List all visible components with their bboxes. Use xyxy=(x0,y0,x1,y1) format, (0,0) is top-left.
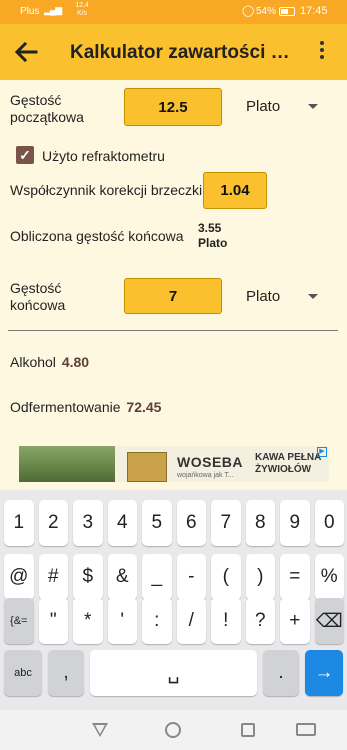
key-symbol[interactable]: ' xyxy=(107,598,137,644)
adchoices-icon[interactable]: ▶ xyxy=(317,447,327,457)
final-gravity-label: Gęstość końcowa xyxy=(10,280,66,313)
key-comma[interactable]: , xyxy=(48,650,84,696)
key-symbol[interactable]: % xyxy=(314,554,344,600)
wort-correction-input[interactable]: 1.04 xyxy=(203,172,267,209)
alcohol-value: 4.80 xyxy=(61,354,90,370)
key-symbol[interactable]: ! xyxy=(211,598,241,644)
key-9[interactable]: 9 xyxy=(280,500,310,546)
clock: 17:45 xyxy=(300,5,328,17)
key-1[interactable]: 1 xyxy=(4,500,34,546)
calculated-fg-label: Obliczona gęstość końcowa xyxy=(10,228,184,244)
key-symbol[interactable]: = xyxy=(280,554,310,600)
key-symbol[interactable]: : xyxy=(142,598,172,644)
battery-icon xyxy=(279,7,295,16)
enter-key[interactable]: → xyxy=(305,650,343,696)
key-4[interactable]: 4 xyxy=(107,500,137,546)
coffee-product-image xyxy=(127,452,167,482)
key-7[interactable]: 7 xyxy=(211,500,241,546)
alarm-icon: ◯ xyxy=(242,5,255,17)
overflow-menu-icon[interactable] xyxy=(310,38,334,66)
calculated-fg-value: 3.55 Plato xyxy=(198,221,228,250)
key-symbol[interactable]: * xyxy=(73,598,103,644)
ad-brand: WOSEBA xyxy=(177,454,243,470)
signal-icon: ▂▄▆ xyxy=(44,5,62,15)
chevron-down-icon[interactable] xyxy=(308,294,318,299)
key-symbol[interactable]: " xyxy=(38,598,68,644)
key-symbol[interactable]: ( xyxy=(211,554,241,600)
key-0[interactable]: 0 xyxy=(314,500,344,546)
attenuation-value: 72.45 xyxy=(126,399,162,415)
key-symbol[interactable]: # xyxy=(38,554,68,600)
initial-gravity-label: Gęstość początkowa xyxy=(10,92,84,125)
key-symbol[interactable]: & xyxy=(107,554,137,600)
refractometer-label[interactable]: Użyto refraktometru xyxy=(42,148,165,165)
battery-percent: 54% xyxy=(256,6,277,17)
key-5[interactable]: 5 xyxy=(142,500,172,546)
key-symbol[interactable]: ? xyxy=(245,598,275,644)
back-arrow-icon[interactable] xyxy=(10,36,42,68)
ad-banner[interactable]: WOSEBA wojańkowa jak T... KAWA PEŁNA ŻYW… xyxy=(19,446,329,482)
ad-subtext: wojańkowa jak T... xyxy=(177,472,234,479)
key-symbol[interactable]: - xyxy=(176,554,206,600)
key-2[interactable]: 2 xyxy=(38,500,68,546)
chevron-down-icon[interactable] xyxy=(308,104,318,109)
app-toolbar: Kalkulator zawartości alkoholu xyxy=(0,24,347,80)
space-bar[interactable]: ␣ xyxy=(90,650,257,696)
abc-switch-key[interactable]: abc xyxy=(4,650,42,696)
status-bar: Plus ▂▄▆ 12,4 K/s ◯ 54% 17:45 xyxy=(0,0,347,24)
page-title: Kalkulator zawartości alkoholu xyxy=(70,42,296,63)
key-period[interactable]: . xyxy=(263,650,299,696)
ad-image xyxy=(19,446,115,482)
network-speed: 12,4 K/s xyxy=(75,2,89,17)
key-symbol[interactable]: + xyxy=(280,598,310,644)
keyboard-switch-icon[interactable] xyxy=(296,723,316,736)
alcohol-label: Alkohol 4.80 xyxy=(10,354,90,370)
key-symbol[interactable]: @ xyxy=(4,554,34,600)
key-symbol[interactable]: / xyxy=(176,598,206,644)
key-6[interactable]: 6 xyxy=(176,500,206,546)
attenuation-label: Odfermentowanie 72.45 xyxy=(10,399,162,415)
system-nav-bar xyxy=(0,710,347,750)
nav-home-icon[interactable] xyxy=(165,722,181,738)
backspace-key[interactable]: ⌫ xyxy=(314,598,344,644)
refractometer-checkbox[interactable]: ✓ xyxy=(16,146,34,164)
key-8[interactable]: 8 xyxy=(245,500,275,546)
key-more-symbols[interactable]: {&= xyxy=(4,598,34,644)
nav-back-icon[interactable] xyxy=(92,723,108,737)
ad-slogan: KAWA PEŁNA ŻYWIOŁÓW xyxy=(255,452,322,475)
carrier-label: Plus xyxy=(20,6,40,17)
final-gravity-input[interactable]: 7 xyxy=(124,278,222,314)
wort-correction-label: Współczynnik korekcji brzeczki xyxy=(10,182,203,198)
symbol-keyboard: 1 2 3 4 5 6 7 8 9 0 @ # $ & _ -() =% {&= " * ': /!? + ⌫ abc, ␣. → xyxy=(0,490,347,710)
key-symbol[interactable]: _ xyxy=(142,554,172,600)
key-3[interactable]: 3 xyxy=(73,500,103,546)
divider xyxy=(8,330,338,331)
initial-gravity-input[interactable]: 12.5 xyxy=(124,88,222,126)
key-symbol[interactable]: $ xyxy=(73,554,103,600)
final-gravity-unit-select[interactable]: Plato xyxy=(246,288,280,305)
initial-gravity-unit-select[interactable]: Plato xyxy=(246,98,280,115)
nav-recents-icon[interactable] xyxy=(241,723,255,737)
key-symbol[interactable]: ) xyxy=(245,554,275,600)
